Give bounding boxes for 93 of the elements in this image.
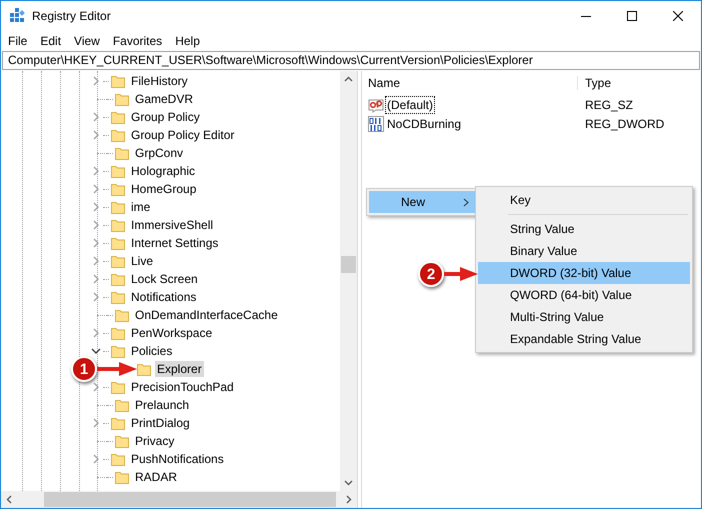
tree-item[interactable]: OnDemandInterfaceCache [133, 307, 280, 323]
expand-chevron-icon[interactable] [91, 238, 101, 248]
folder-icon [111, 200, 125, 214]
folder-icon [115, 146, 129, 160]
tree-item[interactable]: Live [129, 253, 156, 269]
expand-chevron-icon[interactable] [91, 256, 101, 266]
menu-item[interactable]: View [74, 34, 100, 48]
collapse-chevron-icon[interactable] [91, 346, 101, 356]
expand-chevron-icon[interactable] [91, 328, 101, 338]
menu-item[interactable]: String Value [478, 218, 690, 240]
folder-icon [111, 182, 125, 196]
scroll-thumb[interactable] [44, 492, 336, 507]
menu-item[interactable]: Binary Value [478, 240, 690, 262]
value-name[interactable]: (Default) [385, 96, 436, 114]
expand-chevron-icon[interactable] [91, 130, 101, 140]
step-badge: 1 [71, 356, 97, 382]
registry-icon [9, 8, 25, 24]
folder-icon [115, 398, 129, 412]
tree-item[interactable]: PenWorkspace [129, 325, 214, 341]
string-value-icon [368, 96, 384, 112]
maximize-icon [627, 11, 637, 21]
folder-icon [111, 218, 125, 232]
expand-chevron-icon[interactable] [91, 274, 101, 284]
folder-icon [111, 128, 125, 142]
menu-item[interactable]: QWORD (64-bit) Value [478, 284, 690, 306]
expand-chevron-icon[interactable] [91, 418, 101, 428]
window-title: Registry Editor [32, 9, 111, 23]
tree-item[interactable]: PrintDialog [129, 415, 192, 431]
tree-item[interactable]: GameDVR [133, 91, 196, 107]
expand-chevron-icon[interactable] [91, 292, 101, 302]
tree-item[interactable]: ime [129, 199, 152, 215]
menu-item[interactable]: Favorites [112, 34, 162, 48]
tree-item[interactable]: Policies [129, 343, 174, 359]
tree-item[interactable]: RADAR [133, 469, 180, 485]
close-icon [673, 11, 683, 21]
binary-value-icon [368, 116, 384, 132]
menu-item[interactable]: Expandable String Value [478, 328, 690, 350]
expand-chevron-icon[interactable] [91, 382, 101, 392]
folder-icon [111, 326, 125, 340]
folder-icon [115, 308, 129, 322]
arrow-icon [444, 266, 478, 282]
folder-icon [111, 290, 125, 304]
value-name[interactable]: NoCDBurning [385, 114, 464, 132]
folder-icon [115, 92, 129, 106]
folder-icon [137, 362, 151, 376]
folder-icon [115, 470, 129, 484]
folder-icon [111, 416, 125, 430]
folder-icon [111, 164, 125, 178]
tree-item[interactable]: Explorer [155, 361, 204, 377]
value-type: REG_DWORD [584, 116, 664, 130]
tree-item[interactable]: Holographic [129, 163, 198, 179]
tree-item[interactable]: PushNotifications [129, 451, 226, 467]
menu-item[interactable]: Edit [40, 34, 62, 48]
value-type: REG_SZ [584, 98, 634, 112]
tree-item[interactable]: Lock Screen [129, 271, 200, 287]
tree-item[interactable]: GrpConv [133, 145, 186, 161]
folder-icon [115, 434, 129, 448]
column-header[interactable]: Name [362, 76, 578, 90]
expand-chevron-icon[interactable] [91, 76, 101, 86]
tree-item[interactable]: Group Policy [129, 109, 202, 125]
expand-chevron-icon[interactable] [91, 166, 101, 176]
step-badge: 2 [418, 261, 444, 287]
expand-chevron-icon[interactable] [91, 220, 101, 230]
tree-item[interactable]: PrecisionTouchPad [129, 379, 236, 395]
folder-icon [111, 344, 125, 358]
expand-chevron-icon[interactable] [91, 112, 101, 122]
folder-icon [111, 272, 125, 286]
tree-item[interactable]: Prelaunch [133, 397, 192, 413]
tree-item[interactable]: Notifications [129, 289, 198, 305]
folder-icon [111, 380, 125, 394]
arrow-icon [97, 361, 137, 377]
menu-item[interactable]: Help [175, 34, 200, 48]
folder-icon [111, 236, 125, 250]
column-header[interactable]: Type [578, 76, 612, 90]
menu-item[interactable]: Multi-String Value [478, 306, 690, 328]
tree-item[interactable]: Privacy [133, 433, 176, 449]
expand-chevron-icon[interactable] [91, 454, 101, 464]
folder-icon [111, 74, 125, 88]
expand-chevron-icon[interactable] [91, 202, 101, 212]
menu-item[interactable]: Key [478, 189, 690, 211]
tree-item[interactable]: HomeGroup [129, 181, 198, 197]
scroll-thumb[interactable] [341, 256, 356, 273]
tree-item[interactable]: Group Policy Editor [129, 127, 236, 143]
address-bar[interactable]: Computer\HKEY_CURRENT_USER\Software\Microsoft\Windows\CurrentVersion\Policies\Explorer [2, 51, 700, 70]
folder-icon [111, 452, 125, 466]
menu-item[interactable]: DWORD (32-bit) Value [478, 262, 690, 284]
tree-item[interactable]: Internet Settings [129, 235, 220, 251]
folder-icon [111, 254, 125, 268]
folder-icon [111, 110, 125, 124]
menu-item[interactable]: File [8, 34, 28, 48]
tree-item[interactable]: FileHistory [129, 73, 190, 89]
expand-chevron-icon[interactable] [91, 184, 101, 194]
tree-item[interactable]: ImmersiveShell [129, 217, 216, 233]
